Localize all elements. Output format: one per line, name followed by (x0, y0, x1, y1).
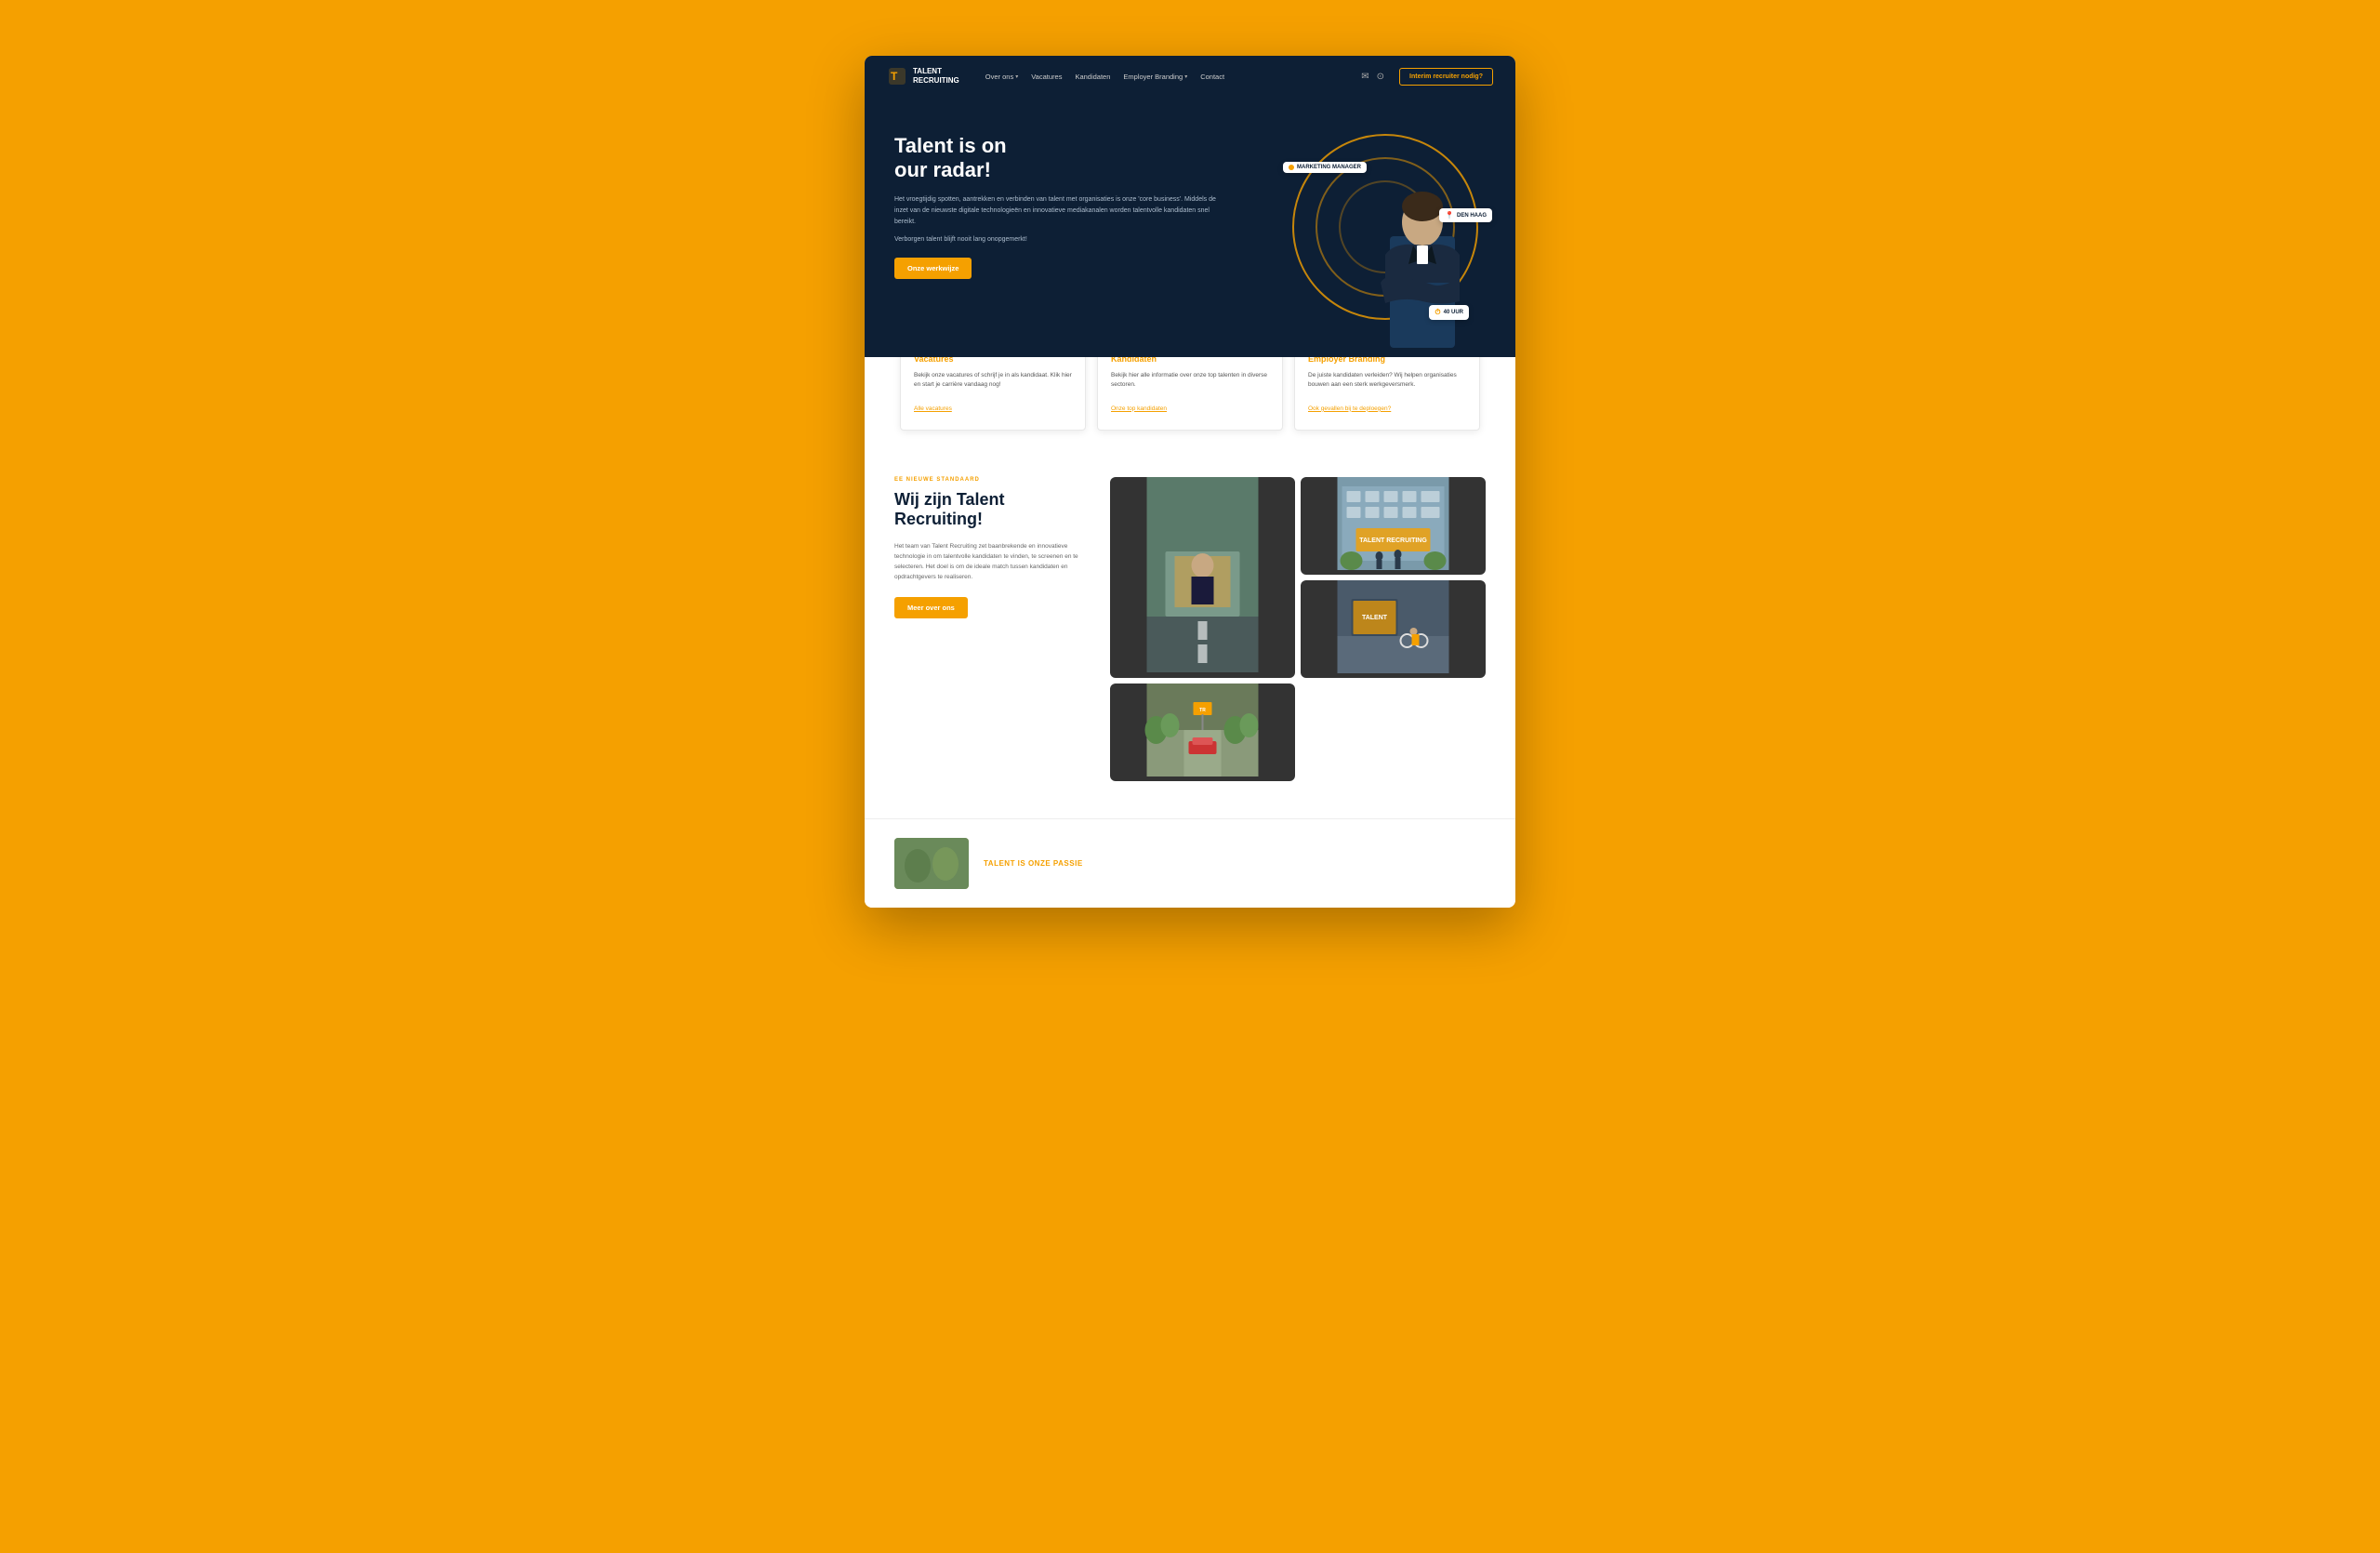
nav-over-ons[interactable]: Over ons ▾ (985, 73, 1018, 81)
navbar: T TALENT RECRUITING Over ons ▾ Vacatures… (865, 56, 1515, 97)
about-photo-2: TALENT RECRUITING (1301, 477, 1486, 575)
about-photo-1 (1110, 477, 1295, 678)
hours-badge: ⏱ 40 UUR (1429, 305, 1469, 320)
card-kandidaten-text: Bekijk hier alle informatie over onze to… (1111, 371, 1269, 391)
card-vacatures-link[interactable]: Alle vacatures (914, 405, 952, 412)
card-vacatures-text: Bekijk onze vacatures of schrijf je in a… (914, 371, 1072, 391)
about-tag: EE NIEUWE STANDAARD (894, 477, 1080, 483)
chevron-down-icon: ▾ (1015, 73, 1018, 80)
hero-cta-button[interactable]: Onze werkwijze (894, 258, 972, 279)
hero-description: Het vroegtijdig spotten, aantrekken en v… (894, 194, 1220, 228)
svg-text:TALENT: TALENT (1362, 615, 1388, 621)
location-icon: 📍 (1445, 211, 1454, 219)
clock-icon: ⏱ (1435, 308, 1440, 317)
chevron-down-icon-2: ▾ (1184, 73, 1187, 80)
nav-contact[interactable]: Contact (1200, 73, 1224, 81)
about-photo-4: TR (1110, 684, 1295, 781)
nav-kandidaten[interactable]: Kandidaten (1075, 73, 1110, 81)
logo-line1: TALENT (913, 67, 942, 75)
bottom-teaser-photo (894, 838, 969, 889)
nav-employer-branding[interactable]: Employer Branding ▾ (1123, 73, 1187, 81)
svg-text:TALENT RECRUITING: TALENT RECRUITING (1359, 538, 1427, 544)
job-title-badge: MARKETING MANAGER (1283, 162, 1367, 173)
hero-content: Talent is on our radar! Het vroegtijdig … (894, 134, 1220, 279)
instagram-icon[interactable]: ⊙ (1377, 72, 1384, 82)
nav-links: Over ons ▾ Vacatures Kandidaten Employer… (985, 73, 1346, 81)
logo-icon: T (887, 66, 907, 86)
about-title: Wij zijn Talent Recruiting! (894, 490, 1080, 530)
browser-window: T TALENT RECRUITING Over ons ▾ Vacatures… (865, 56, 1515, 908)
location-badge: 📍 DEN HAAG (1439, 208, 1492, 222)
nav-social-icons: ✉ ⊙ (1361, 72, 1384, 82)
badge-dot-icon (1289, 165, 1294, 170)
about-cta-button[interactable]: Meer over ons (894, 597, 968, 618)
bottom-teaser: TALENT IS ONZE PASSIE (865, 818, 1515, 908)
logo[interactable]: T TALENT RECRUITING (887, 66, 959, 86)
about-photos: TALENT RECRUITING (1110, 477, 1486, 781)
about-photo-3: TALENT (1301, 580, 1486, 678)
nav-vacatures[interactable]: Vacatures (1031, 73, 1062, 81)
bottom-teaser-label: TALENT IS ONZE PASSIE (984, 859, 1083, 868)
hero-section: Talent is on our radar! Het vroegtijdig … (865, 97, 1515, 357)
hero-tagline: Verborgen talent blijft nooit lang onopg… (894, 236, 1220, 243)
svg-text:TR: TR (1199, 708, 1206, 713)
logo-line2: RECRUITING (913, 76, 959, 85)
card-kandidaten-link[interactable]: Onze top kandidaten (1111, 405, 1167, 412)
about-left: EE NIEUWE STANDAARD Wij zijn Talent Recr… (894, 477, 1080, 618)
hero-title: Talent is on our radar! (894, 134, 1220, 183)
person-illustration (1367, 162, 1478, 348)
card-employer-link[interactable]: Ook gevallen bij te deploegen? (1308, 405, 1391, 412)
card-employer-text: De juiste kandidaten verleiden? Wij help… (1308, 371, 1466, 391)
logo-text: TALENT RECRUITING (913, 67, 959, 85)
linkedin-icon[interactable]: ✉ (1361, 72, 1368, 82)
about-section: EE NIEUWE STANDAARD Wij zijn Talent Recr… (865, 440, 1515, 818)
hero-visual: MARKETING MANAGER 📍 DEN HAAG ⏱ 40 UUR (1274, 106, 1497, 348)
svg-text:T: T (891, 70, 898, 83)
about-text: Het team van Talent Recruiting zet baanb… (894, 541, 1080, 582)
interim-recruiter-button[interactable]: Interim recruiter nodig? (1399, 68, 1493, 86)
